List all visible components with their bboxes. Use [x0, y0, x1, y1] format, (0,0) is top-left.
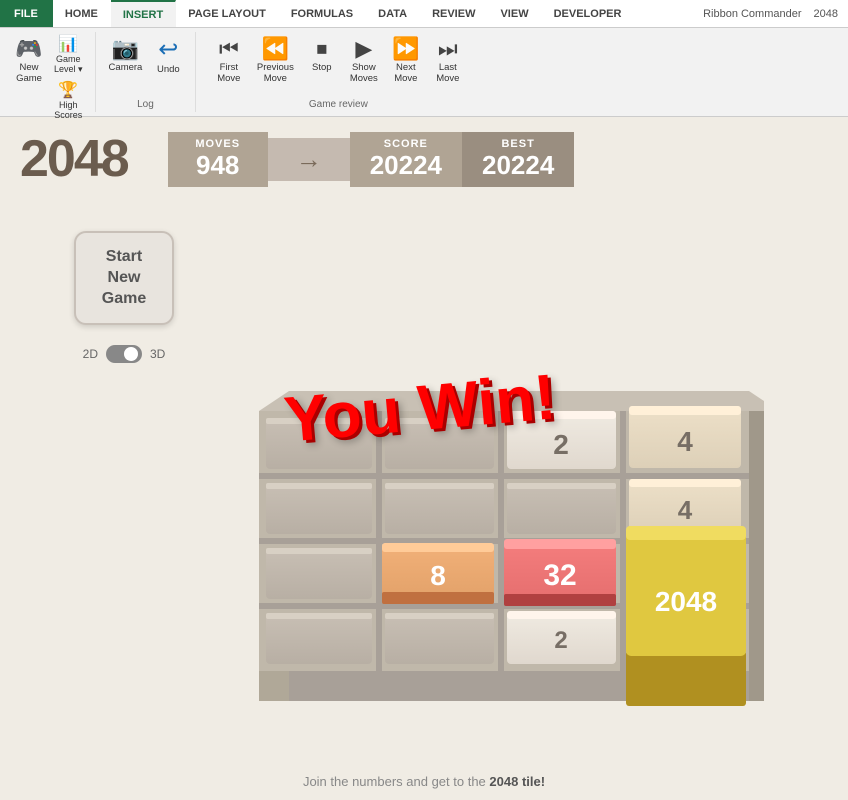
undo-label: Undo: [157, 64, 180, 75]
moves-box: MOVES 948: [168, 132, 268, 187]
toggle-switch[interactable]: [106, 345, 142, 363]
show-moves-label: ShowMoves: [350, 62, 378, 84]
svg-text:8: 8: [430, 560, 446, 591]
game-title: 2048: [20, 129, 128, 189]
camera-button[interactable]: 📷 Camera: [104, 34, 148, 77]
camera-icon: 📷: [112, 38, 139, 60]
tab-formulas[interactable]: FORMULAS: [279, 0, 366, 27]
best-value: 20224: [482, 150, 554, 181]
game-review-group-label: Game review: [309, 97, 368, 110]
ribbon-group-game-review: ⏮ FirstMove ⏪ PreviousMove ⏹ Stop ▶ Show…: [200, 32, 480, 112]
2d-label: 2D: [83, 347, 98, 361]
show-moves-button[interactable]: ▶ ShowMoves: [345, 34, 383, 88]
ribbon-commander-label: Ribbon Commander: [703, 8, 801, 20]
cell-1-3: 4: [629, 479, 741, 534]
best-label: BEST: [482, 138, 554, 150]
log-group-label: Log: [137, 97, 154, 110]
stop-label: Stop: [312, 62, 332, 73]
tab-view[interactable]: VIEW: [488, 0, 541, 27]
next-icon: ⏩: [392, 38, 419, 60]
svg-text:32: 32: [543, 559, 576, 592]
2d-3d-toggle[interactable]: 2D 3D: [83, 345, 166, 363]
new-game-icon: 🎮: [15, 38, 42, 60]
next-label: NextMove: [394, 62, 417, 84]
cell-0-1: [385, 418, 494, 469]
stop-icon: ⏹: [316, 38, 327, 60]
cell-2-1: 8: [382, 543, 494, 604]
game-board: You Win!: [204, 211, 784, 731]
first-move-button[interactable]: ⏮ FirstMove: [210, 34, 248, 88]
tab-developer[interactable]: DEVELOPER: [542, 0, 635, 27]
board-svg: 2 4: [204, 211, 764, 721]
toggle-knob: [124, 347, 138, 361]
game-level-label: GameLevel ▾: [54, 54, 83, 75]
board-right-face: [749, 411, 764, 701]
tab-insert[interactable]: INSERT: [111, 0, 176, 27]
tab-data[interactable]: DATA: [366, 0, 420, 27]
cell-2-2: 32: [504, 539, 616, 606]
undo-icon: ↩: [158, 38, 178, 62]
last-move-label: LastMove: [436, 62, 459, 84]
cell-0-2: 2: [507, 411, 616, 469]
tab-review[interactable]: REVIEW: [420, 0, 488, 27]
game-level-icon: 📊: [58, 37, 78, 53]
arrow-box: →: [268, 138, 350, 181]
svg-text:2: 2: [553, 429, 569, 460]
score-value: 20224: [370, 150, 442, 181]
moves-label: MOVES: [188, 138, 248, 150]
svg-text:4: 4: [678, 495, 693, 525]
footer: Join the numbers and get to the 2048 til…: [0, 766, 848, 797]
previous-move-button[interactable]: ⏪ PreviousMove: [252, 34, 299, 88]
cell-1-1: [385, 483, 494, 534]
cell-0-0: [266, 418, 372, 469]
svg-text:2: 2: [554, 627, 567, 654]
start-new-game-button[interactable]: Start New Game: [74, 231, 174, 325]
footer-highlight: 2048 tile!: [489, 774, 545, 789]
undo-button[interactable]: ↩ Undo: [149, 34, 187, 79]
new-game-label: NewGame: [16, 62, 42, 84]
camera-label: Camera: [109, 62, 143, 73]
game-level-button[interactable]: 📊 GameLevel ▾: [50, 34, 87, 78]
ribbon-group-game: 🎮 NewGame 📊 GameLevel ▾ 🏆 HighScores: [6, 32, 96, 112]
svg-text:4: 4: [677, 426, 693, 457]
first-move-label: FirstMove: [217, 62, 240, 84]
previous-move-label: PreviousMove: [257, 62, 294, 84]
ribbon-group-log: 📷 Camera ↩ Undo Log: [100, 32, 197, 112]
cell-0-3: 4: [629, 406, 741, 468]
score-label: SCORE: [370, 138, 442, 150]
last-move-icon: ⏭: [438, 38, 458, 60]
high-scores-icon: 🏆: [58, 83, 78, 99]
version-badge: 2048: [814, 8, 838, 20]
next-button[interactable]: ⏩ NextMove: [387, 34, 425, 88]
svg-text:2048: 2048: [655, 586, 717, 617]
show-moves-icon: ▶: [355, 38, 372, 60]
last-move-button[interactable]: ⏭ LastMove: [429, 34, 467, 88]
cell-3-1: [385, 613, 494, 664]
previous-move-icon: ⏪: [262, 38, 289, 60]
cell-3-0: [266, 613, 372, 664]
new-game-button[interactable]: 🎮 NewGame: [10, 34, 48, 88]
best-box: BEST 20224: [462, 132, 574, 187]
stop-button[interactable]: ⏹ Stop: [303, 34, 341, 77]
cell-2-0: [266, 548, 372, 599]
score-box: SCORE 20224: [350, 132, 462, 187]
tab-home[interactable]: HOME: [53, 0, 111, 27]
first-move-icon: ⏮: [219, 38, 239, 60]
cell-1-2: [507, 483, 616, 534]
cell-2-3-2048: 2048: [626, 526, 746, 706]
3d-label: 3D: [150, 347, 165, 361]
tab-page-layout[interactable]: PAGE LAYOUT: [176, 0, 279, 27]
tab-file[interactable]: FILE: [0, 0, 53, 27]
cell-1-0: [266, 483, 372, 534]
cell-3-2: 2: [507, 611, 616, 664]
moves-value: 948: [188, 150, 248, 181]
